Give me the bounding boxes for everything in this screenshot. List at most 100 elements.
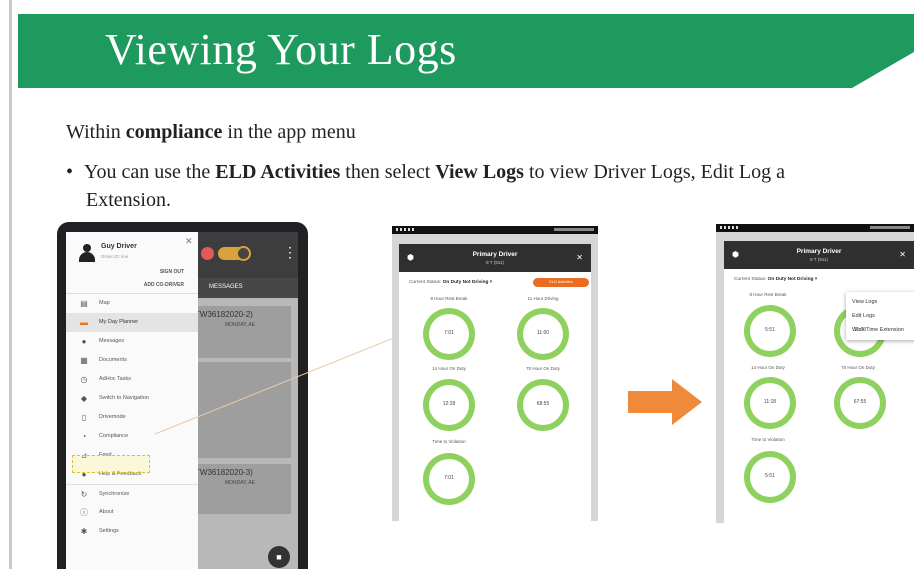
- clock-label: 14 Hour On Duty: [432, 366, 466, 371]
- sidebar-item-drivemode[interactable]: ▯ Drivemode: [66, 408, 198, 427]
- gauge-value: 11:00: [853, 327, 867, 333]
- sidebar-item-about[interactable]: ⓘ About: [66, 503, 198, 522]
- bullet-line-2: Extension.: [86, 189, 171, 211]
- notification-dot: [201, 247, 214, 260]
- navigation-drawer: ✕ Guy Driver Driver ID: line SIGN OUT AD…: [66, 232, 198, 569]
- documents-icon: ▦: [80, 356, 88, 365]
- phone-app-menu: ⋮ MESSAGES TW36182020-2) MONDAY, AE TW36…: [57, 222, 308, 569]
- on-duty-14-gauge: 12:28: [423, 379, 475, 431]
- fab-button[interactable]: ■: [268, 546, 290, 568]
- add-codriver-button[interactable]: ADD CO-DRIVER: [144, 282, 184, 288]
- gauge-value: 68:55: [536, 401, 550, 407]
- pin-icon[interactable]: ⬢: [732, 250, 739, 259]
- close-icon[interactable]: ✕: [899, 250, 906, 259]
- status-bar: [716, 224, 914, 232]
- load-card-2[interactable]: [191, 362, 291, 458]
- dialog-title: Primary Driver: [796, 248, 842, 255]
- app-bar: ⋮: [191, 232, 298, 278]
- next-step-arrow: [628, 379, 702, 425]
- sidebar-item-sync[interactable]: ↻ Synchronize: [66, 484, 198, 503]
- on-duty-70-gauge: 67:55: [834, 377, 886, 429]
- sidebar-item-documents[interactable]: ▦ Documents: [66, 351, 198, 370]
- bullet-dot: •: [66, 161, 74, 183]
- instruction-bullet: • You can use the ELD Activities then sel…: [66, 158, 914, 214]
- sidebar-item-label: Drivemode: [99, 414, 126, 420]
- clock-label: 8 Hour Rest Break: [749, 292, 787, 297]
- menu-item-view-logs[interactable]: View Logs: [846, 295, 914, 309]
- slide-left-rule: [9, 0, 12, 569]
- sidebar-item-messages[interactable]: ● Messages: [66, 332, 198, 351]
- messages-icon: ●: [81, 337, 87, 346]
- bullet-part-3: to view Driver Logs, Edit Log a: [523, 161, 786, 183]
- sidebar-item-label: Settings: [99, 528, 119, 534]
- driver-dialog: ⬢ Primary Driver 8 T (911) ✕ Current Sta…: [724, 241, 914, 523]
- sidebar-item-settings[interactable]: ✱ Settings: [66, 522, 198, 541]
- dialog-subtitle: 8 T (911): [810, 257, 828, 262]
- close-icon[interactable]: ✕: [576, 253, 583, 262]
- adhoc-tasks-icon: ◷: [80, 375, 88, 384]
- dialog-title: Primary Driver: [472, 251, 518, 258]
- sidebar-item-label: Compliance: [99, 433, 129, 439]
- sidebar-item-label: Synchronize: [99, 491, 130, 497]
- eld-activities-button[interactable]: ELD Activities: [533, 278, 589, 287]
- menu-item-edit-logs[interactable]: Edit Logs: [846, 309, 914, 323]
- clock-label: 11 Hour Driving: [527, 296, 559, 301]
- sign-out-button[interactable]: SIGN OUT: [160, 269, 184, 275]
- phone-screen: ⋮ MESSAGES TW36182020-2) MONDAY, AE TW36…: [66, 232, 298, 569]
- sidebar-item-map[interactable]: ▤ Map: [66, 294, 198, 313]
- bullet-bold-1: ELD Activities: [215, 161, 341, 183]
- status-label: Current Status:: [734, 277, 767, 282]
- on-duty-70-gauge: 68:55: [517, 379, 569, 431]
- intro-post: in the app menu: [222, 121, 356, 143]
- on-duty-14-gauge: 11:18: [744, 377, 796, 429]
- bullet-bold-2: View Logs: [435, 161, 524, 183]
- map-icon: ▤: [80, 299, 88, 308]
- phone-view-logs-screen: ⬢ Primary Driver 8 T (911) ✕ Current Sta…: [716, 224, 914, 523]
- dialog-header: ⬢ Primary Driver 8 T (911) ✕: [399, 244, 591, 272]
- tab-messages[interactable]: MESSAGES: [191, 278, 298, 298]
- drawer-menu-list: ▤ Map ▬ My Day Planner ● Messages ▦ Documents ◷ A…: [66, 293, 198, 541]
- avatar: [79, 244, 95, 262]
- clock-label: 14 Hour On Duty: [751, 365, 785, 370]
- sidebar-item-label: Switch to Navigation: [99, 395, 149, 401]
- bullet-part-2: then select: [340, 161, 436, 183]
- gauge-value: 5:51: [765, 327, 775, 333]
- planner-icon: ▬: [80, 318, 88, 327]
- status-value: On Duty Not Driving: [767, 277, 814, 282]
- rest-break-gauge: 5:51: [744, 305, 796, 357]
- close-icon[interactable]: ✕: [185, 236, 193, 247]
- status-label: Current Status:: [409, 280, 442, 285]
- bullet-part-1: You can use the: [84, 161, 216, 183]
- sync-icon: ↻: [80, 490, 88, 499]
- pin-icon[interactable]: ⬢: [407, 253, 414, 262]
- load-card-sub: MONDAY, AE: [225, 480, 256, 486]
- current-status: Current Status: On Duty Not Driving ▾: [409, 280, 493, 285]
- sidebar-item-planner[interactable]: ▬ My Day Planner: [66, 313, 198, 332]
- load-card-title: TW36182020-3): [195, 468, 253, 477]
- violation-gauge: 7:01: [423, 453, 475, 505]
- load-card-1[interactable]: TW36182020-2) MONDAY, AE: [191, 306, 291, 358]
- clock-label: Time to Violation: [432, 439, 466, 444]
- sidebar-item-compliance[interactable]: ◔ Compliance: [66, 427, 198, 446]
- sidebar-item-navigation[interactable]: ◆ Switch to Navigation: [66, 389, 198, 408]
- overflow-menu-icon[interactable]: ⋮: [283, 245, 297, 259]
- arrow-shape: [628, 379, 702, 425]
- clock-label: 70 Hour On Duty: [526, 366, 560, 371]
- driver-dialog: ⬢ Primary Driver 8 T (911) ✕ Current Sta…: [399, 244, 591, 521]
- intro-bold: compliance: [125, 121, 223, 143]
- sidebar-item-label: Documents: [99, 357, 127, 363]
- phone-eld-screen: ⬢ Primary Driver 8 T (911) ✕ Current Sta…: [392, 226, 598, 521]
- clock-label: 70 Hour On Duty: [841, 365, 875, 370]
- gauge-value: 11:18: [763, 399, 777, 405]
- status-bar: [392, 226, 598, 234]
- sidebar-item-adhoc-tasks[interactable]: ◷ AdHoc Tasks: [66, 370, 198, 389]
- violation-gauge: 5:51: [744, 451, 796, 503]
- load-card-3[interactable]: TW36182020-3) MONDAY, AE: [191, 464, 291, 514]
- gauge-value: 7:01: [444, 475, 454, 481]
- dialog-header: ⬢ Primary Driver 8 T (911) ✕: [724, 241, 914, 269]
- duty-toggle[interactable]: [218, 246, 251, 261]
- toggle-knob: [236, 246, 251, 261]
- status-value: On Duty Not Driving: [442, 280, 489, 285]
- sidebar-item-label: AdHoc Tasks: [99, 376, 131, 382]
- clock-label: Time to Violation: [751, 437, 785, 442]
